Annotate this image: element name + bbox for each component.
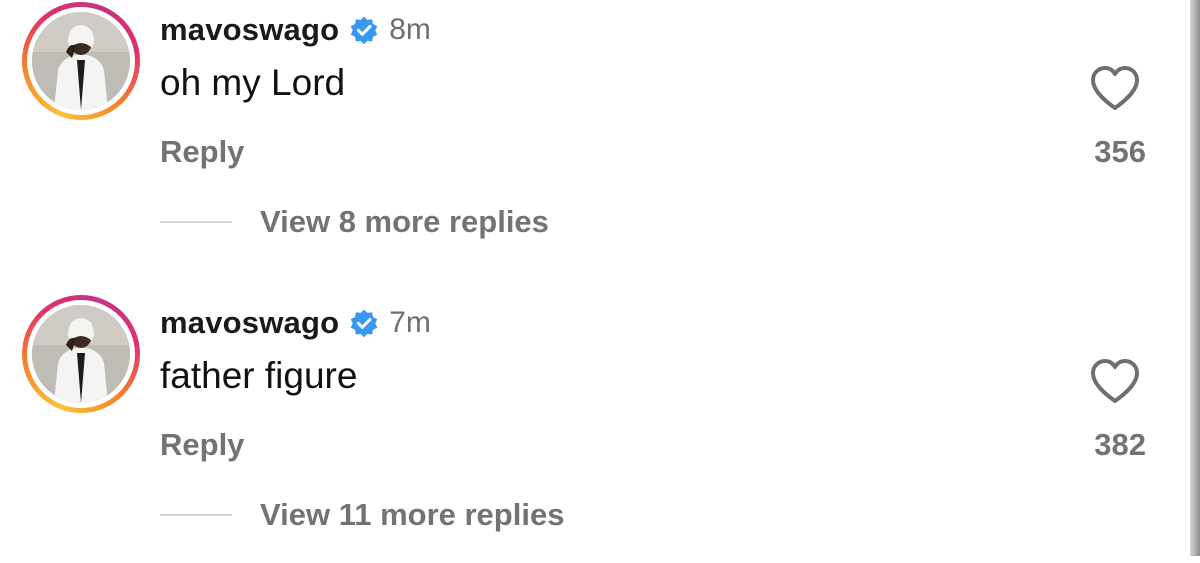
view-replies-label: View 8 more replies (260, 204, 549, 239)
avatar[interactable] (22, 2, 140, 120)
verified-badge-icon (350, 309, 378, 338)
view-replies-button[interactable]: View 8 more replies (160, 200, 549, 244)
comment-timestamp: 7m (389, 306, 431, 339)
scroll-edge (1190, 0, 1200, 556)
comment-text: father figure (160, 355, 358, 396)
like-container (1084, 64, 1146, 112)
avatar[interactable] (22, 295, 140, 413)
avatar-photo (32, 305, 130, 403)
comment-item: mavoswago 7m father figure Reply 382 Vie… (0, 293, 1188, 563)
replies-divider (160, 514, 232, 516)
verified-badge-icon (350, 16, 378, 45)
comment-header: mavoswago 8m (160, 10, 431, 50)
heart-outline-icon[interactable] (1089, 357, 1141, 405)
username-link[interactable]: mavoswago (160, 305, 339, 341)
reply-button[interactable]: Reply (160, 427, 244, 463)
comment-text: oh my Lord (160, 62, 346, 103)
view-replies-label: View 11 more replies (260, 497, 565, 532)
like-count: 356 (1094, 134, 1146, 169)
replies-divider (160, 221, 232, 223)
view-replies-button[interactable]: View 11 more replies (160, 493, 564, 537)
comment-header: mavoswago 7m (160, 303, 431, 343)
like-container (1084, 357, 1146, 405)
avatar-photo (32, 12, 130, 110)
reply-button[interactable]: Reply (160, 134, 244, 170)
comment-timestamp: 8m (389, 13, 431, 46)
comment-item: mavoswago 8m oh my Lord Reply 356 View 8… (0, 0, 1188, 270)
username-link[interactable]: mavoswago (160, 12, 339, 48)
heart-outline-icon[interactable] (1089, 64, 1141, 112)
like-count: 382 (1094, 427, 1146, 462)
